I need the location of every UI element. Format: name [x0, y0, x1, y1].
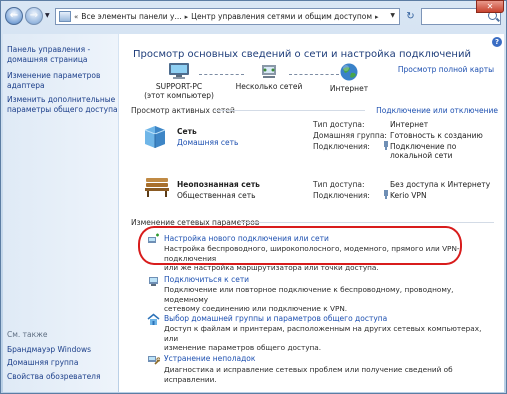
sidebar-link-line: Панель управления -: [7, 45, 91, 54]
map-node-networks: Несколько сетей: [229, 62, 309, 91]
address-dropdown-icon[interactable]: ▼: [390, 12, 395, 19]
control-panel-icon: [59, 11, 71, 22]
back-button[interactable]: ←: [5, 7, 23, 25]
task-desc-line: изменение параметров общего доступа.: [164, 343, 322, 352]
sidebar-link-line: параметры общего доступа: [7, 105, 118, 114]
task-connect-network-link[interactable]: Подключиться к сети: [164, 275, 249, 284]
sidebar-link-adapter-settings[interactable]: Изменение параметров адаптера: [7, 71, 100, 91]
breadcrumb-all-control-panel-items[interactable]: Все элементы панели у...: [81, 12, 181, 21]
sidebar-link-sharing-settings[interactable]: Изменить дополнительные параметры общего…: [7, 95, 118, 115]
map-node-internet: Интернет: [319, 62, 379, 93]
homegroup-label: Домашняя группа:: [313, 131, 387, 140]
connection-line: Подключение по: [390, 142, 457, 151]
minimize-button[interactable]: [436, 0, 456, 13]
sidebar-item-firewall[interactable]: Брандмауэр Windows: [7, 345, 91, 355]
maximize-button[interactable]: [456, 0, 476, 13]
breadcrumb-chevron-icon[interactable]: ▸: [185, 13, 189, 21]
main-panel: Просмотр основных сведений о сети и наст…: [119, 34, 504, 392]
sidebar-link-line: Изменить дополнительные: [7, 95, 116, 104]
forward-button[interactable]: →: [25, 7, 43, 25]
public-network-bench-icon: [145, 178, 169, 197]
computer-name: SUPPORT-PC: [155, 82, 203, 91]
access-type-label: Тип доступа:: [313, 120, 365, 129]
network-type: Общественная сеть: [177, 191, 256, 200]
task-new-connection-desc: Настройка беспроводного, широкополосного…: [164, 244, 494, 273]
computer-icon: [169, 63, 189, 79]
network-name: Неопознанная сеть: [177, 180, 260, 189]
divider: [215, 110, 365, 111]
homegroup-icon: [147, 313, 160, 325]
map-node-computer: SUPPORT-PC (этот компьютер): [139, 62, 219, 100]
sidebar-link-line: адаптера: [7, 81, 45, 90]
home-network-icon: [144, 126, 166, 148]
task-desc-line: Настройка беспроводного, широкополосного…: [164, 244, 460, 263]
lan-connection-link[interactable]: Подключение по локальной сети: [390, 142, 456, 160]
sidebar-link-line: домашняя страница: [7, 55, 88, 64]
sidebar-item-internet-options[interactable]: Свойства обозревателя: [7, 372, 100, 382]
task-desc-line: Доступ к файлам и принтерам, расположенн…: [164, 324, 482, 343]
access-type-label: Тип доступа:: [313, 180, 365, 189]
internet-label: Интернет: [329, 84, 369, 93]
network-name: Сеть: [177, 127, 197, 136]
task-desc-line: сетевому соединению или подключение к VP…: [164, 304, 348, 313]
homegroup-value-link[interactable]: Готовность к созданию: [390, 131, 483, 140]
connections-label: Подключения:: [313, 191, 370, 200]
divider: [239, 222, 494, 223]
connect-disconnect-link[interactable]: Подключение или отключение: [376, 106, 498, 115]
breadcrumb-chevron-icon[interactable]: ▸: [375, 13, 379, 21]
task-homegroup-desc: Доступ к файлам и принтерам, расположенн…: [164, 324, 494, 353]
task-desc-line: или же настройка маршрутизатора или точк…: [164, 263, 379, 272]
page-title: Просмотр основных сведений о сети и наст…: [133, 49, 471, 60]
ethernet-icon: [384, 141, 388, 150]
sidebar-link-control-panel-home[interactable]: Панель управления - домашняя страница: [7, 45, 90, 65]
computer-subtitle: (этот компьютер): [144, 91, 214, 100]
task-troubleshoot-link[interactable]: Устранение неполадок: [164, 354, 255, 363]
recent-pages-dropdown-icon[interactable]: ▼: [45, 12, 50, 19]
vpn-connection-icon: [384, 190, 388, 199]
address-bar[interactable]: « Все элементы панели у... ▸ Центр управ…: [55, 8, 400, 25]
task-desc-line: Подключение или повторное подключение к …: [164, 285, 454, 304]
task-troubleshoot-desc: Диагностика и исправление сетевых пробле…: [164, 365, 494, 384]
task-desc-line: Диагностика и исправление сетевых пробле…: [164, 365, 453, 384]
sidebar: Панель управления - домашняя страница Из…: [3, 34, 118, 392]
connection-line: локальной сети: [390, 151, 453, 160]
multiple-networks-icon: [262, 65, 276, 78]
troubleshoot-icon: [148, 356, 160, 365]
access-type-value: Интернет: [390, 120, 429, 129]
connections-label: Подключения:: [313, 142, 370, 151]
breadcrumb-network-center[interactable]: Центр управления сетями и общим доступом: [191, 12, 372, 21]
connect-network-icon: [149, 277, 158, 286]
breadcrumb-separator-icon[interactable]: «: [74, 13, 78, 21]
sidebar-item-homegroup[interactable]: Домашняя группа: [7, 358, 78, 368]
refresh-icon[interactable]: ↻: [403, 9, 418, 24]
task-new-connection-link[interactable]: Настройка нового подключения или сети: [164, 234, 329, 243]
task-connect-network-desc: Подключение или повторное подключение к …: [164, 285, 494, 314]
new-connection-icon: [148, 233, 159, 243]
globe-icon: [340, 63, 358, 81]
see-also-heading: См. также: [7, 330, 48, 339]
full-map-link[interactable]: Просмотр полной карты: [398, 65, 494, 74]
window-controls: ✕: [436, 0, 504, 13]
task-homegroup-link[interactable]: Выбор домашней группы и параметров общег…: [164, 314, 387, 323]
help-icon[interactable]: ?: [492, 37, 502, 47]
window: ← → ▼ « Все элементы панели у... ▸ Центр…: [0, 0, 507, 394]
vpn-connection-link[interactable]: Kerio VPN: [390, 191, 427, 200]
networks-label: Несколько сетей: [235, 82, 303, 91]
close-button[interactable]: ✕: [476, 0, 504, 13]
access-type-value: Без доступа к Интернету: [390, 180, 491, 189]
sidebar-link-line: Изменение параметров: [7, 71, 101, 80]
title-bar: ← → ▼ « Все элементы панели у... ▸ Центр…: [1, 0, 506, 33]
network-type-link[interactable]: Домашняя сеть: [177, 138, 238, 147]
